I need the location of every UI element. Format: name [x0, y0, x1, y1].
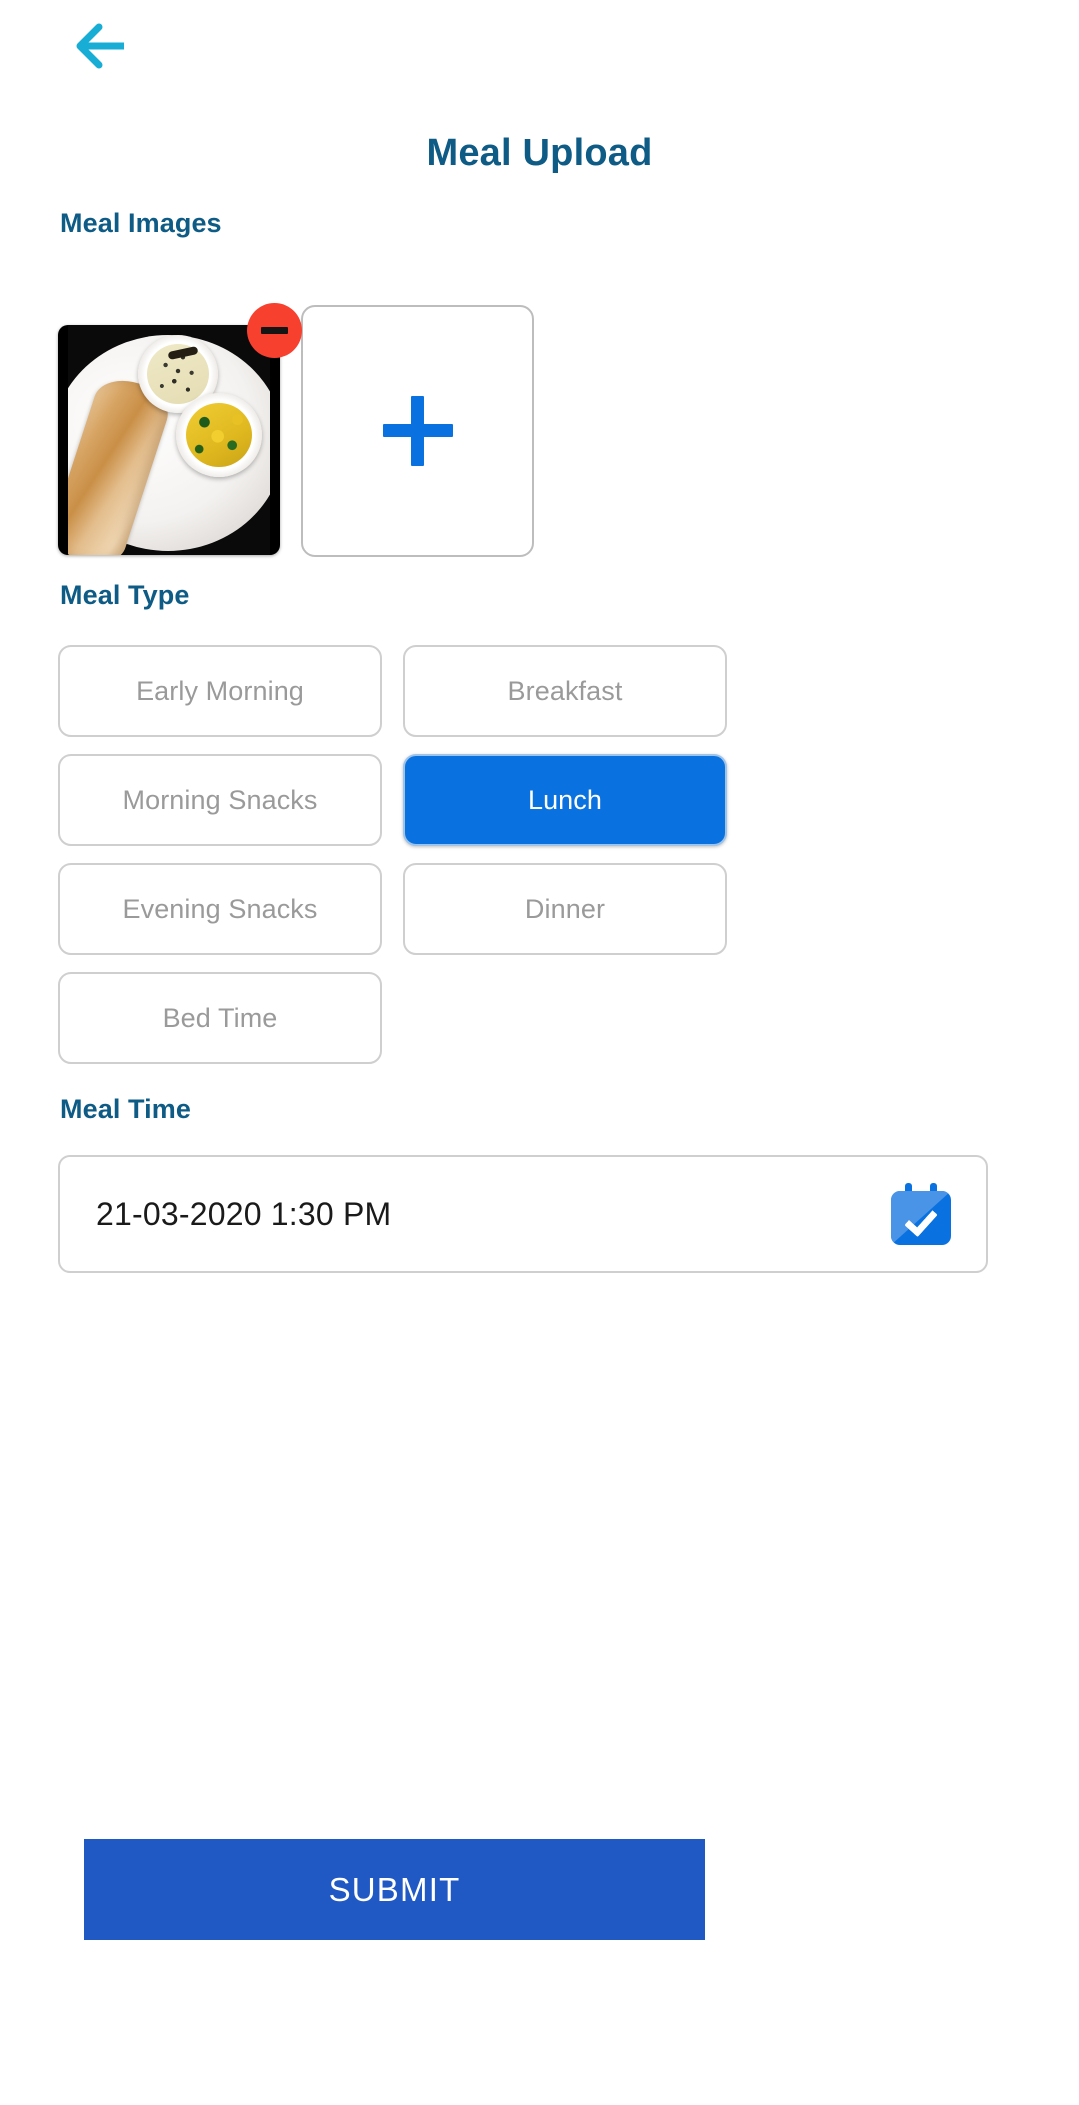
meal-image-thumbnail[interactable]: [58, 325, 280, 555]
meal-image-thumbnail-wrapper: [58, 303, 302, 555]
sabzi-bowl-shape: [176, 393, 262, 477]
meal-images-label: Meal Images: [60, 208, 222, 238]
check-mark-icon: [904, 1202, 938, 1238]
page-title: Meal Upload: [426, 132, 653, 174]
meal-time-label: Meal Time: [60, 1094, 191, 1124]
meal-type-option-dinner[interactable]: Dinner: [403, 863, 727, 955]
remove-image-button[interactable]: [247, 303, 302, 358]
meal-type-row: Morning Snacks Lunch: [58, 754, 728, 846]
meal-type-row: Early Morning Breakfast: [58, 645, 728, 737]
meal-images-row: [58, 303, 1018, 557]
meal-type-option-bed-time[interactable]: Bed Time: [58, 972, 382, 1064]
back-button[interactable]: [46, 10, 156, 82]
sabzi-fill: [186, 403, 252, 467]
meal-type-option-breakfast[interactable]: Breakfast: [403, 645, 727, 737]
add-image-button[interactable]: [301, 305, 534, 557]
meal-upload-screen: Meal Upload Meal Images Meal Type Early …: [0, 0, 1079, 2105]
meal-time-value: 21-03-2020 1:30 PM: [96, 1195, 392, 1232]
minus-circle-remove-icon: [261, 327, 288, 334]
meal-type-option-early-morning[interactable]: Early Morning: [58, 645, 382, 737]
meal-type-row: Evening Snacks Dinner: [58, 863, 728, 955]
meal-type-option-morning-snacks[interactable]: Morning Snacks: [58, 754, 382, 846]
meal-time-field[interactable]: 21-03-2020 1:30 PM: [58, 1155, 988, 1273]
calendar-body: [891, 1191, 951, 1245]
meal-type-option-evening-snacks[interactable]: Evening Snacks: [58, 863, 382, 955]
meal-type-row: Bed Time: [58, 972, 728, 1064]
meal-type-grid: Early Morning Breakfast Morning Snacks L…: [58, 645, 728, 1081]
meal-type-label: Meal Type: [60, 580, 190, 610]
meal-photo: [68, 325, 270, 555]
calendar-check-icon[interactable]: [891, 1183, 951, 1245]
plus-icon: [382, 396, 453, 466]
meal-type-option-lunch[interactable]: Lunch: [403, 754, 727, 846]
back-arrow-icon: [74, 23, 128, 69]
submit-button[interactable]: SUBMIT: [84, 1839, 705, 1940]
